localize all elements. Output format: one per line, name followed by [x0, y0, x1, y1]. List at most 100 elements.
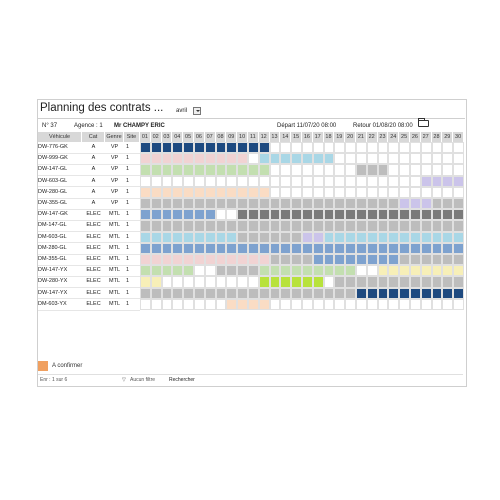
booking-cell[interactable] [323, 153, 335, 165]
booking-cell[interactable] [194, 231, 205, 243]
empty-cell[interactable] [366, 142, 378, 154]
booking-cell[interactable] [258, 209, 270, 221]
booking-cell[interactable] [356, 276, 367, 288]
booking-cell[interactable] [399, 276, 410, 288]
booking-cell[interactable] [140, 186, 151, 198]
booking-cell[interactable] [334, 265, 346, 277]
booking-cell[interactable] [194, 254, 205, 266]
booking-cell[interactable] [377, 220, 389, 232]
empty-cell[interactable] [377, 175, 389, 187]
booking-cell[interactable] [258, 164, 270, 176]
empty-cell[interactable] [377, 153, 389, 165]
empty-cell[interactable] [150, 298, 162, 310]
empty-cell[interactable] [366, 265, 378, 277]
booking-cell[interactable] [431, 287, 443, 299]
booking-cell[interactable] [388, 220, 400, 232]
booking-cell[interactable] [399, 231, 410, 243]
booking-cell[interactable] [258, 287, 270, 299]
booking-cell[interactable] [248, 265, 259, 277]
empty-cell[interactable] [356, 265, 367, 277]
booking-cell[interactable] [442, 287, 454, 299]
empty-cell[interactable] [269, 298, 281, 310]
empty-cell[interactable] [204, 175, 216, 187]
booking-cell[interactable] [280, 287, 292, 299]
booking-cell[interactable] [388, 287, 400, 299]
empty-cell[interactable] [334, 153, 346, 165]
booking-cell[interactable] [248, 231, 259, 243]
booking-cell[interactable] [194, 287, 205, 299]
empty-cell[interactable] [237, 276, 248, 288]
booking-cell[interactable] [302, 242, 313, 254]
empty-cell[interactable] [280, 298, 292, 310]
booking-cell[interactable] [248, 298, 259, 310]
booking-cell[interactable] [377, 164, 389, 176]
booking-cell[interactable] [140, 153, 151, 165]
booking-cell[interactable] [442, 175, 454, 187]
empty-cell[interactable] [323, 186, 335, 198]
empty-cell[interactable] [410, 164, 421, 176]
booking-cell[interactable] [334, 287, 346, 299]
empty-cell[interactable] [140, 175, 151, 187]
empty-cell[interactable] [453, 142, 464, 154]
empty-cell[interactable] [323, 276, 335, 288]
booking-cell[interactable] [280, 254, 292, 266]
empty-cell[interactable] [453, 153, 464, 165]
booking-cell[interactable] [280, 220, 292, 232]
booking-cell[interactable] [334, 242, 346, 254]
booking-cell[interactable] [172, 142, 184, 154]
booking-cell[interactable] [194, 142, 205, 154]
empty-cell[interactable] [183, 175, 194, 187]
empty-cell[interactable] [226, 276, 238, 288]
booking-cell[interactable] [258, 142, 270, 154]
booking-cell[interactable] [161, 254, 173, 266]
booking-cell[interactable] [431, 242, 443, 254]
booking-cell[interactable] [453, 198, 464, 210]
empty-cell[interactable] [420, 164, 432, 176]
booking-cell[interactable] [312, 254, 324, 266]
booking-cell[interactable] [215, 198, 227, 210]
booking-cell[interactable] [377, 254, 389, 266]
booking-cell[interactable] [204, 254, 216, 266]
booking-cell[interactable] [399, 198, 410, 210]
booking-cell[interactable] [269, 198, 281, 210]
empty-cell[interactable] [204, 265, 216, 277]
booking-cell[interactable] [215, 164, 227, 176]
empty-cell[interactable] [161, 175, 173, 187]
booking-cell[interactable] [237, 220, 248, 232]
booking-cell[interactable] [453, 231, 464, 243]
booking-cell[interactable] [172, 153, 184, 165]
booking-cell[interactable] [161, 231, 173, 243]
booking-cell[interactable] [334, 198, 346, 210]
folder-open-icon[interactable] [418, 118, 429, 127]
empty-cell[interactable] [291, 142, 302, 154]
booking-cell[interactable] [248, 209, 259, 221]
booking-cell[interactable] [323, 220, 335, 232]
booking-cell[interactable] [280, 198, 292, 210]
empty-cell[interactable] [366, 175, 378, 187]
booking-cell[interactable] [312, 198, 324, 210]
booking-cell[interactable] [237, 242, 248, 254]
booking-cell[interactable] [442, 254, 454, 266]
empty-cell[interactable] [302, 164, 313, 176]
booking-cell[interactable] [183, 198, 194, 210]
booking-cell[interactable] [183, 254, 194, 266]
filter-icon[interactable]: ▽ [122, 377, 126, 383]
booking-cell[interactable] [248, 287, 259, 299]
booking-cell[interactable] [226, 164, 238, 176]
empty-cell[interactable] [248, 153, 259, 165]
booking-cell[interactable] [161, 153, 173, 165]
booking-cell[interactable] [410, 209, 421, 221]
booking-cell[interactable] [388, 231, 400, 243]
booking-cell[interactable] [399, 209, 410, 221]
booking-cell[interactable] [215, 265, 227, 277]
booking-cell[interactable] [291, 276, 302, 288]
booking-cell[interactable] [172, 209, 184, 221]
booking-cell[interactable] [237, 231, 248, 243]
empty-cell[interactable] [366, 153, 378, 165]
booking-cell[interactable] [172, 198, 184, 210]
booking-cell[interactable] [431, 265, 443, 277]
empty-cell[interactable] [194, 265, 205, 277]
booking-cell[interactable] [194, 164, 205, 176]
empty-cell[interactable] [312, 164, 324, 176]
booking-cell[interactable] [204, 153, 216, 165]
